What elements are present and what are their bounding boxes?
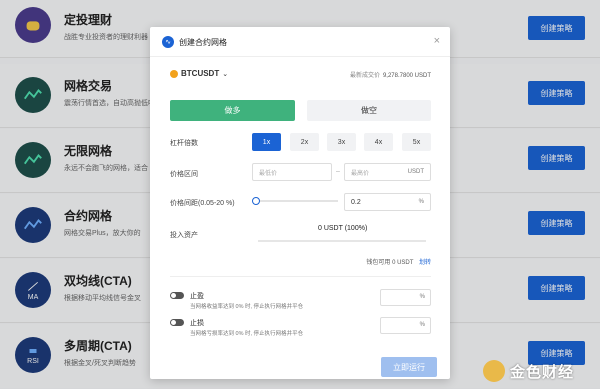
percent-unit: % bbox=[418, 199, 424, 205]
stop-loss-input[interactable]: % bbox=[380, 317, 431, 334]
grid-gap-slider[interactable] bbox=[258, 200, 338, 202]
chevron-down-icon: ⌄ bbox=[222, 70, 229, 78]
leverage-option-2x[interactable]: 2x bbox=[290, 133, 319, 151]
grid-gap-input[interactable]: 0.2% bbox=[344, 193, 431, 211]
leverage-label: 杠杆倍数 bbox=[170, 140, 198, 147]
stop-loss-desc: 当网格亏损率达到 0% 时, 停止执行网格并平仓 bbox=[190, 331, 304, 337]
price-high-placeholder: 最高价 bbox=[351, 170, 370, 177]
short-button[interactable]: 做空 bbox=[307, 100, 431, 121]
take-profit-label: 止盈 bbox=[190, 293, 204, 300]
modal-title: 创建合约网格 bbox=[179, 38, 227, 47]
transfer-link[interactable]: 划转 bbox=[419, 260, 431, 266]
leverage-option-5x[interactable]: 5x bbox=[402, 133, 431, 151]
range-separator: – bbox=[336, 168, 340, 175]
long-button[interactable]: 做多 bbox=[170, 100, 295, 121]
close-icon[interactable]: × bbox=[434, 35, 440, 47]
price-low-placeholder: 最低价 bbox=[259, 170, 278, 177]
take-profit-input[interactable]: % bbox=[380, 289, 431, 306]
grid-logo-icon: ∿ bbox=[162, 36, 174, 48]
invest-value: 0 USDT (100%) bbox=[318, 225, 368, 232]
take-profit-desc: 当网格收益率达到 0% 时, 停止执行网格并平仓 bbox=[190, 304, 304, 310]
leverage-option-1x[interactable]: 1x bbox=[252, 133, 281, 151]
run-now-button[interactable]: 立即运行 bbox=[381, 357, 437, 377]
latest-price-value: 9,278.7800 USDT bbox=[382, 73, 431, 79]
available-label: 钱包可用 bbox=[366, 260, 391, 266]
pair-selector[interactable]: BTCUSDT ⌄ bbox=[170, 69, 228, 78]
watermark-text: 金色财经 bbox=[510, 363, 575, 381]
grid-gap-value: 0.2 bbox=[351, 198, 361, 206]
price-high-input[interactable]: 最高价 USDT bbox=[344, 163, 431, 181]
grid-gap-slider-handle[interactable] bbox=[252, 197, 260, 205]
percent-unit: % bbox=[419, 322, 425, 328]
modal-header: ∿ 创建合约网格 × bbox=[150, 27, 450, 57]
wallet-available: 钱包可用 0 USDT 划转 bbox=[366, 257, 431, 266]
available-value: 0 USDT bbox=[392, 260, 414, 266]
divider bbox=[170, 276, 431, 277]
latest-price: 最新成交价 9,278.7800 USDT bbox=[350, 70, 431, 79]
leverage-option-4x[interactable]: 4x bbox=[364, 133, 393, 151]
pair-label: BTCUSDT bbox=[181, 69, 220, 78]
price-range-label: 价格区间 bbox=[170, 171, 198, 178]
create-contract-grid-modal: ∿ 创建合约网格 × BTCUSDT ⌄ 最新成交价 9,278.7800 USD… bbox=[150, 27, 450, 379]
stop-loss-label: 止损 bbox=[190, 320, 204, 327]
grid-gap-label: 价格间距(0.05-20 %) bbox=[170, 200, 235, 207]
stop-loss-toggle[interactable] bbox=[170, 319, 184, 326]
watermark: 金色财经 bbox=[483, 360, 574, 382]
price-unit: USDT bbox=[407, 169, 424, 175]
invest-slider[interactable] bbox=[258, 240, 426, 242]
bitcoin-icon bbox=[170, 69, 178, 78]
watermark-logo-icon bbox=[483, 360, 505, 382]
price-low-input[interactable]: 最低价 bbox=[252, 163, 332, 181]
leverage-option-3x[interactable]: 3x bbox=[327, 133, 356, 151]
invest-label: 投入资产 bbox=[170, 232, 198, 239]
take-profit-toggle[interactable] bbox=[170, 292, 184, 299]
latest-price-label: 最新成交价 bbox=[349, 73, 380, 79]
percent-unit: % bbox=[419, 294, 425, 300]
